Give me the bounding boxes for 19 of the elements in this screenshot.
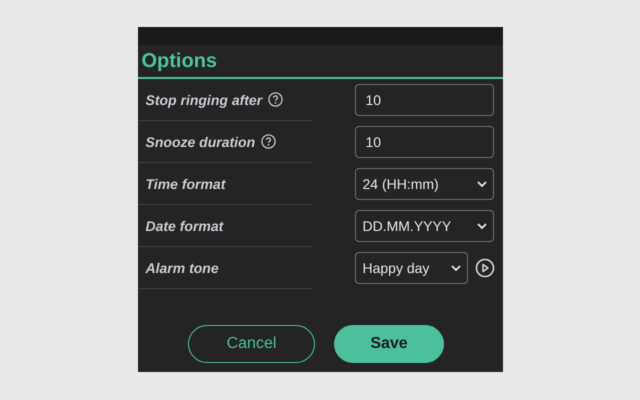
help-icon[interactable] <box>261 134 276 149</box>
play-icon[interactable] <box>474 258 494 278</box>
chevron-icon <box>476 222 486 230</box>
number-field[interactable]: 10 <box>354 84 494 116</box>
setting-label: Time format <box>146 176 226 192</box>
setting-label: Alarm tone <box>146 260 219 276</box>
help-icon[interactable] <box>268 92 284 107</box>
save-button[interactable]: Save <box>334 325 444 363</box>
chevron-icon <box>476 180 486 188</box>
setting-label: Snooze duration <box>146 134 256 150</box>
setting-label: Date format <box>146 218 224 234</box>
dropdown[interactable]: 24 (HH:mm) <box>354 168 494 200</box>
cancel-button[interactable]: Cancel <box>188 325 315 363</box>
setting-label: Stop ringing after <box>146 92 262 108</box>
dropdown[interactable]: DD.MM.YYYY <box>354 210 494 242</box>
dropdown[interactable]: Happy day <box>354 252 468 284</box>
panel-title: Options <box>142 50 218 73</box>
number-field[interactable]: 10 <box>354 126 494 158</box>
chevron-icon <box>450 264 460 272</box>
